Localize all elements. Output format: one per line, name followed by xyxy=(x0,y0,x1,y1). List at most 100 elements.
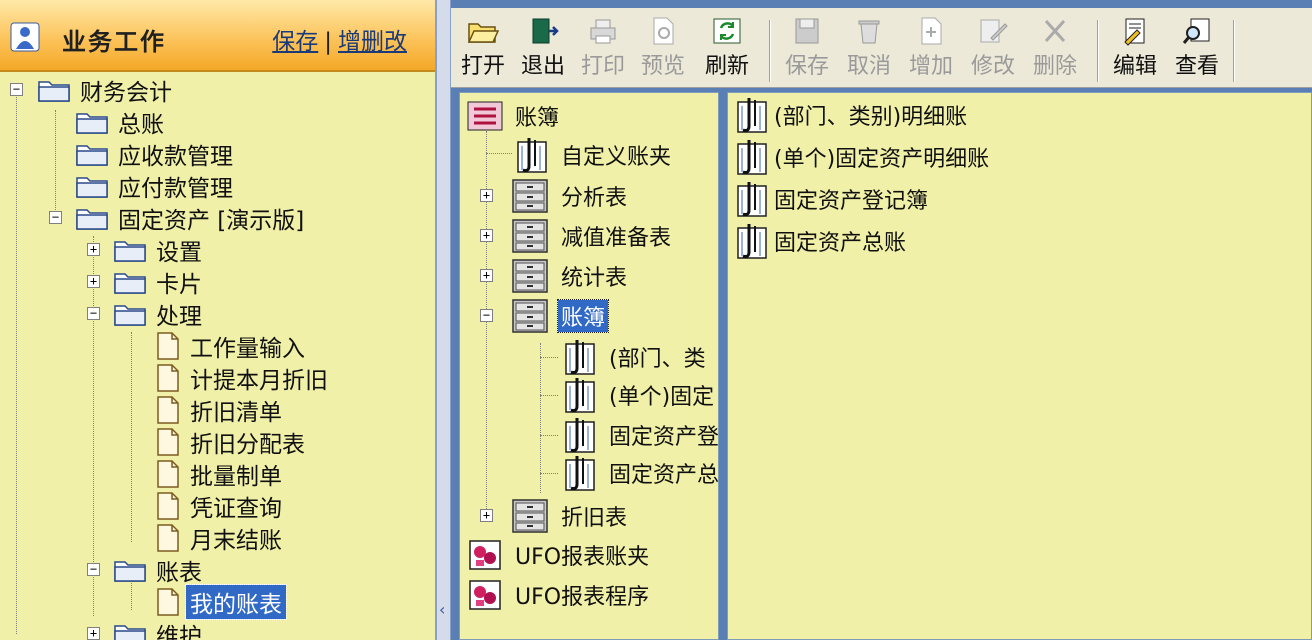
mid-item-custom-folder[interactable]: 自定义账夹 xyxy=(512,136,674,174)
mid-item-ledgers[interactable]: 账簿 xyxy=(510,297,610,335)
ledger-book-icon xyxy=(732,96,770,134)
mid-item-analysis[interactable]: 分析表 xyxy=(510,177,630,215)
refresh-button[interactable]: 刷新 xyxy=(699,16,755,86)
folder-open-icon xyxy=(114,302,146,326)
collapse-toggle[interactable]: − xyxy=(480,309,493,322)
tree-item-finance[interactable]: 财务会计 xyxy=(38,74,176,106)
tree-item-depreciation-allocation[interactable]: 折旧分配表 xyxy=(156,426,309,458)
tree-item-label: 折旧分配表 xyxy=(190,432,305,458)
collapse-toggle[interactable]: − xyxy=(87,307,100,320)
mid-item-register[interactable]: 固定资产登 xyxy=(560,416,718,454)
expand-toggle[interactable]: + xyxy=(480,189,493,202)
save-link[interactable]: 保存 xyxy=(272,29,318,55)
mid-item-label: (部门、类 xyxy=(609,347,706,372)
mid-item-dept-detail[interactable]: (部门、类 xyxy=(560,338,709,376)
tree-item-receivables[interactable]: 应收款管理 xyxy=(76,138,237,170)
tree-item-label: 固定资产 [演示版] xyxy=(118,208,305,234)
mid-item-label: 账簿 xyxy=(515,106,560,131)
edit-link[interactable]: 增删改 xyxy=(338,29,407,55)
list-item[interactable]: 固定资产登记簿 xyxy=(732,179,928,219)
tree-item-label: 计提本月折旧 xyxy=(190,368,328,394)
mid-item-ufo-folder[interactable]: UFO报表账夹 xyxy=(466,536,652,574)
list-item-label: (单个)固定资产明细账 xyxy=(774,147,990,172)
mid-item-label: 分析表 xyxy=(561,186,628,211)
mid-item-ledger-root[interactable]: 账簿 xyxy=(466,97,562,135)
tree-item-label: 总账 xyxy=(118,112,164,138)
collapse-toggle[interactable]: − xyxy=(87,563,100,576)
add-button[interactable]: 增加 xyxy=(903,16,959,86)
expand-toggle[interactable]: + xyxy=(480,509,493,522)
link-separator: | xyxy=(324,29,332,55)
refresh-icon xyxy=(713,18,741,44)
nav-header: 业务工作 保存 | 增删改 xyxy=(0,0,435,72)
mid-item-single-detail[interactable]: (单个)固定 xyxy=(560,376,717,414)
ledger-book-icon xyxy=(732,222,770,260)
open-folder-icon xyxy=(467,23,499,43)
expand-toggle[interactable]: + xyxy=(87,243,100,256)
nav-title: 业务工作 xyxy=(62,28,166,56)
toolbar: 打开 退出 打印 预览 刷新 保存 取消 增加 修改 删除 编辑 查看 xyxy=(451,8,1312,88)
tree-item-batch-voucher[interactable]: 批量制单 xyxy=(156,458,286,490)
expand-toggle[interactable]: + xyxy=(87,275,100,288)
collapse-toggle[interactable]: − xyxy=(10,83,23,96)
mid-item-impairment[interactable]: 减值准备表 xyxy=(510,217,674,255)
expand-toggle[interactable]: + xyxy=(87,627,100,640)
tree-item-general-ledger[interactable]: 总账 xyxy=(76,106,168,138)
cabinet-icon xyxy=(510,218,550,254)
mid-item-statistics[interactable]: 统计表 xyxy=(510,257,630,295)
delete-button[interactable]: 删除 xyxy=(1027,16,1083,86)
tree-item-depreciation-list[interactable]: 折旧清单 xyxy=(156,394,286,426)
list-item[interactable]: (单个)固定资产明细账 xyxy=(732,137,989,177)
print-button[interactable]: 打印 xyxy=(575,16,631,86)
ledger-book-icon xyxy=(732,180,770,218)
ledger-book-icon xyxy=(560,454,598,492)
panel-splitter[interactable]: ‹ xyxy=(437,0,451,640)
expand-toggle[interactable]: + xyxy=(480,229,493,242)
mid-item-label: (单个)固定 xyxy=(609,385,715,410)
folder-open-icon xyxy=(76,206,108,230)
nav-links: 保存 | 增删改 xyxy=(272,22,407,56)
modify-button[interactable]: 修改 xyxy=(965,16,1021,86)
preview-button[interactable]: 预览 xyxy=(635,16,691,86)
tree-item-cards[interactable]: 卡片 xyxy=(114,266,206,298)
list-item[interactable]: 固定资产总账 xyxy=(732,221,906,261)
tree-item-fixed-assets[interactable]: 固定资产 [演示版] xyxy=(76,202,308,234)
mid-item-depreciation[interactable]: 折旧表 xyxy=(510,497,630,535)
list-item[interactable]: (部门、类别)明细账 xyxy=(732,95,967,135)
workspace: 打开 退出 打印 预览 刷新 保存 取消 增加 修改 删除 编辑 查看 账簿 自… xyxy=(451,0,1312,640)
document-icon xyxy=(156,364,180,392)
mid-item-ufo-program[interactable]: UFO报表程序 xyxy=(466,576,652,614)
tree-item-workload-input[interactable]: 工作量输入 xyxy=(156,330,309,362)
tree-item-reports[interactable]: 账表 xyxy=(114,554,206,586)
ledger-book-icon xyxy=(560,416,598,454)
folder-icon xyxy=(76,110,108,134)
mid-item-label: UFO报表程序 xyxy=(515,585,650,610)
mid-item-general-ledger[interactable]: 固定资产总 xyxy=(560,454,718,492)
ufo-report-icon xyxy=(466,578,504,612)
preview-icon xyxy=(653,17,674,45)
tree-item-depreciation-calc[interactable]: 计提本月折旧 xyxy=(156,362,332,394)
ledger-book-icon xyxy=(560,338,598,376)
expand-toggle[interactable]: + xyxy=(480,269,493,282)
view-button[interactable]: 查看 xyxy=(1169,16,1225,86)
ledger-book-icon xyxy=(560,376,598,414)
tree-item-processing[interactable]: 处理 xyxy=(114,298,206,330)
tree-item-month-end[interactable]: 月末结账 xyxy=(156,522,286,554)
exit-button[interactable]: 退出 xyxy=(515,16,571,86)
mid-item-label: UFO报表账夹 xyxy=(515,545,650,570)
tree-item-settings[interactable]: 设置 xyxy=(114,234,206,266)
ufo-report-icon xyxy=(466,538,504,572)
cancel-button[interactable]: 取消 xyxy=(841,16,897,86)
tree-item-maintenance[interactable]: 维护 xyxy=(114,618,206,640)
toolbar-separator xyxy=(769,20,771,82)
open-button[interactable]: 打开 xyxy=(455,16,511,86)
magnifier-icon xyxy=(1182,18,1210,44)
edit-button[interactable]: 编辑 xyxy=(1107,16,1163,86)
collapse-toggle[interactable]: − xyxy=(49,211,62,224)
tree-item-payables[interactable]: 应付款管理 xyxy=(76,170,237,202)
list-item-label: 固定资产总账 xyxy=(774,231,907,256)
tree-item-voucher-query[interactable]: 凭证查询 xyxy=(156,490,286,522)
save-button[interactable]: 保存 xyxy=(779,16,835,86)
collapse-arrow-icon[interactable]: ‹ xyxy=(439,600,445,619)
tree-item-my-reports[interactable]: 我的账表 xyxy=(156,584,287,620)
